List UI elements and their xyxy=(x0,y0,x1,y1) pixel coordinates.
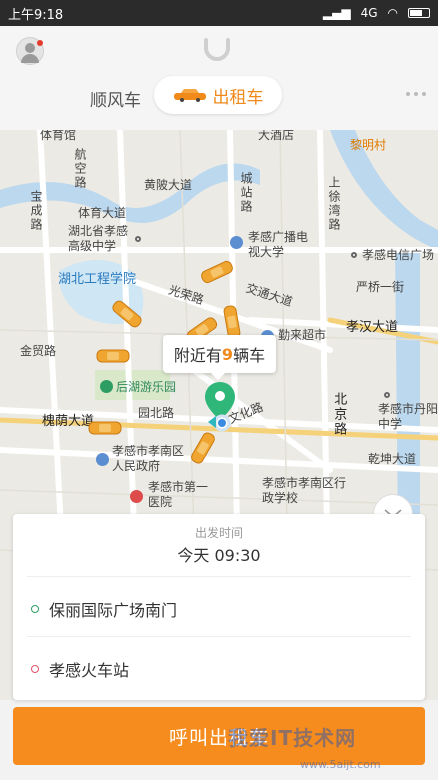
map-label-hospital: 孝感市第一医院 xyxy=(148,480,209,509)
map-poi-telecom xyxy=(351,252,357,258)
map-poi-danyang xyxy=(384,392,390,398)
map-label-danyang: 孝感市丹阳中学 xyxy=(378,402,438,431)
top-bar: 顺风车 出租车 xyxy=(0,26,438,130)
tooltip-count: 9 xyxy=(221,344,234,364)
more-icon[interactable] xyxy=(406,92,426,96)
map-poi-guangbo xyxy=(230,236,243,249)
taxi-icon xyxy=(173,89,206,102)
map-label-tiyu-road: 体育大道 xyxy=(78,206,127,220)
start-location: 保丽国际广场南门 xyxy=(49,601,178,620)
map-label-qinlai: 勤来超市 xyxy=(278,328,327,342)
end-location-row[interactable]: 孝感火车站 xyxy=(31,654,411,684)
map-label-qiantai-road: 乾坤大道 xyxy=(368,452,417,466)
map-label-college: 湖北工程学院 xyxy=(58,272,137,287)
tab-taxi-label: 出租车 xyxy=(212,87,264,108)
end-location: 孝感火车站 xyxy=(49,661,130,680)
signal-icon: ▂▄▆ xyxy=(322,6,351,20)
didi-logo-icon xyxy=(204,38,230,61)
map-label-yanqiao: 严桥一街 xyxy=(356,280,405,294)
map-label-gov: 孝感市孝南区人民政府 xyxy=(112,444,185,473)
map-label-guangbo: 孝感广播电视大学 xyxy=(248,230,309,259)
map-label-chengzhan-road: 城站路 xyxy=(239,172,253,214)
panel-divider xyxy=(27,576,411,577)
wifi-icon: ◠ xyxy=(387,6,398,20)
map-poi-school xyxy=(135,236,141,242)
tab-taxi[interactable]: 出租车 xyxy=(154,76,282,114)
network-type: 4G xyxy=(360,6,378,20)
tab-hitch-ride[interactable]: 顺风车 xyxy=(90,84,141,112)
trip-panel: 出发时间 今天 09:30 保丽国际广场南门 孝感火车站 xyxy=(13,514,425,700)
map-label-admin-school: 孝感市孝南区行政学校 xyxy=(262,476,347,505)
map-label-xiaohan-road: 孝汉大道 xyxy=(346,320,399,335)
map-label-shangxu-road: 上徐湾路 xyxy=(327,176,341,232)
nearby-cars-tooltip: 附近有 9 辆车 xyxy=(163,335,276,380)
map-label-hangkong-road: 航空路 xyxy=(73,148,87,190)
map-label-huaiyin-road: 槐荫大道 xyxy=(42,414,95,429)
map-label-yuanbei-road: 园北路 xyxy=(138,406,175,420)
map-label-baocheng-road: 宝成路 xyxy=(29,190,43,232)
depart-time-label: 出发时间 xyxy=(194,526,243,540)
start-location-row[interactable]: 保丽国际广场南门 xyxy=(31,594,411,624)
map-label-tiyuguan: 体育馆 xyxy=(40,130,77,142)
map-label-telecom: 孝感电信广场 xyxy=(362,248,435,262)
status-bar: 上午9:18 ▂▄▆ 4G ◠ xyxy=(0,0,438,26)
battery-icon xyxy=(408,8,430,18)
map-label-liming: 黎明村 xyxy=(350,138,387,152)
start-dot-icon xyxy=(31,605,39,613)
map-poi-houhu xyxy=(100,380,113,393)
notification-dot xyxy=(37,40,43,46)
status-icons: ▂▄▆ 4G ◠ xyxy=(323,6,430,20)
tab-hitch-ride-label: 顺风车 xyxy=(90,90,141,111)
tooltip-prefix: 附近有 xyxy=(173,346,222,365)
map-label-school: 湖北省孝感高级中学 xyxy=(68,224,129,253)
depart-time-value[interactable]: 今天 09:30 xyxy=(13,542,425,566)
location-pin-icon xyxy=(205,382,235,432)
tooltip-suffix: 辆车 xyxy=(233,346,266,365)
map-label-beijing-road: 北京路 xyxy=(331,392,347,437)
map-label-hotel: 大酒店 xyxy=(258,130,295,142)
map-label-jinmao-road: 金贸路 xyxy=(20,344,57,358)
watermark-text: 我爱IT技术网 xyxy=(228,726,357,750)
watermark-sub: www.5aijt.com xyxy=(300,758,381,771)
end-dot-icon xyxy=(31,665,39,673)
map-poi-hospital xyxy=(130,490,143,503)
map-label-huangpi-road: 黄陂大道 xyxy=(144,178,193,192)
status-time: 上午9:18 xyxy=(8,7,64,23)
call-taxi-button[interactable]: 呼叫出租车 xyxy=(13,707,425,765)
panel-divider xyxy=(27,636,411,637)
map-poi-gov xyxy=(96,453,109,466)
taxi-car-icon xyxy=(96,349,130,363)
map-label-houhu: 后湖游乐园 xyxy=(116,380,177,394)
taxi-car-icon xyxy=(88,421,122,435)
